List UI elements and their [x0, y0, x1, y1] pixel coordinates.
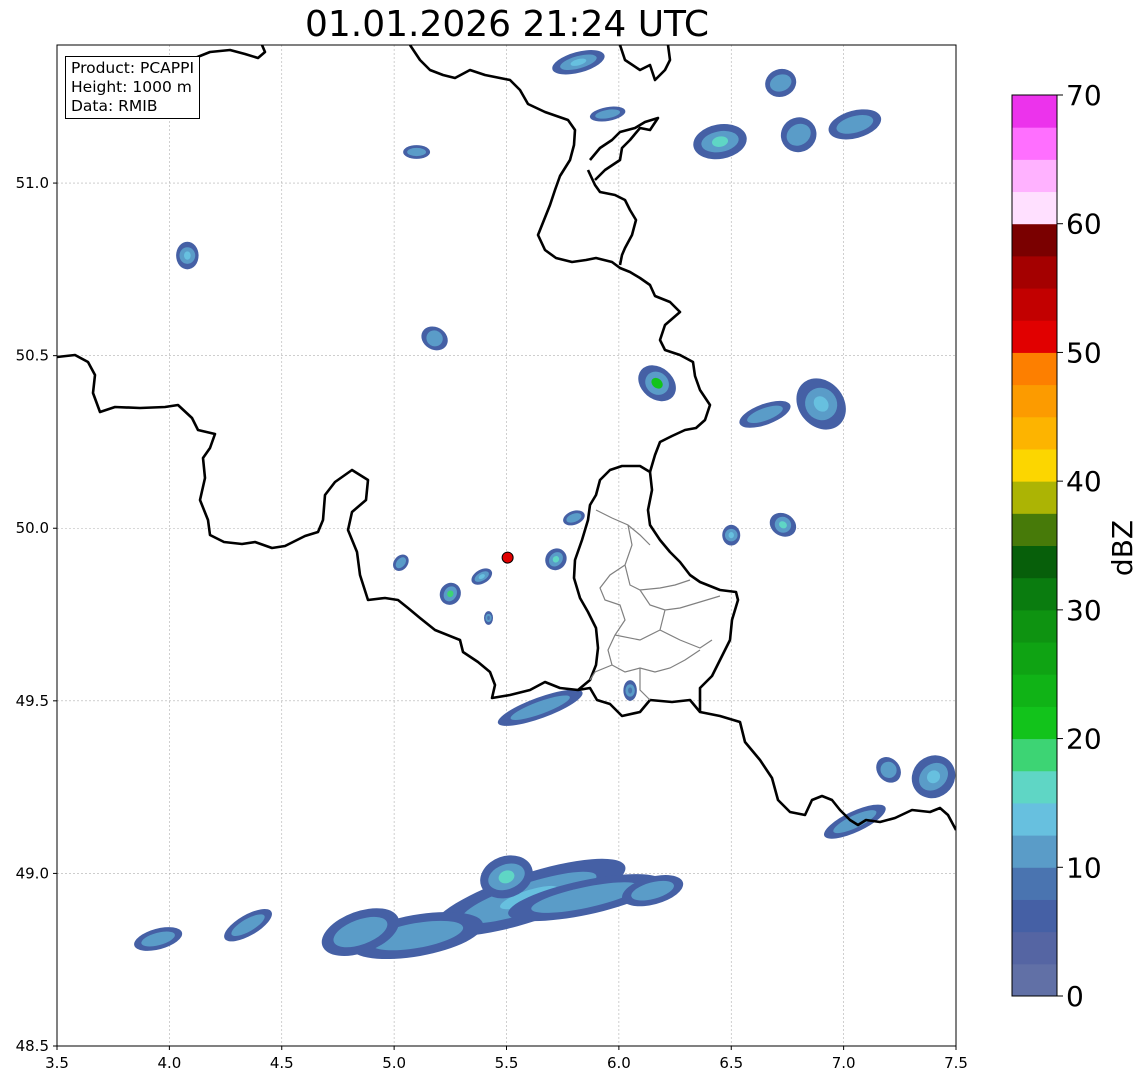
radar-site-layer: [501, 551, 514, 564]
echo-cell: [134, 927, 183, 951]
echo-cell: [393, 554, 409, 571]
border-netherlands-germany: [586, 116, 660, 266]
echo-cell: [739, 400, 791, 428]
echo-cell: [563, 510, 585, 526]
echo-cell: [545, 548, 567, 571]
echo-cell: [638, 365, 676, 402]
echo-cell: [421, 326, 448, 351]
echo-cell: [911, 755, 956, 799]
echo-mid: [546, 34, 571, 42]
y-tick-label: 50.5: [16, 347, 49, 365]
x-tick-label: 6.0: [607, 1054, 631, 1072]
y-tick-label: 49.5: [16, 692, 49, 710]
info-data-source: Data: RMIB: [71, 97, 158, 115]
echo-cell: [439, 582, 461, 605]
border-belgium-germany-east: [408, 45, 712, 473]
echo-cell: [471, 568, 493, 585]
x-tick-label: 7.5: [944, 1054, 968, 1072]
x-tick-label: 5.5: [495, 1054, 519, 1072]
echo-cell: [484, 611, 494, 625]
y-tick-label: 48.5: [16, 1037, 49, 1055]
x-tick-label: 4.5: [270, 1054, 294, 1072]
luxembourg-cantons: [589, 509, 721, 701]
echo-cell: [769, 512, 797, 537]
echo-cell: [828, 109, 882, 140]
echo-cell: [623, 680, 637, 701]
echo-cell: [796, 378, 846, 430]
echo-cell: [765, 68, 797, 98]
echo-core: [412, 149, 421, 155]
echo-core: [487, 615, 490, 621]
echo-core: [628, 687, 633, 694]
info-height: Height: 1000 m: [71, 78, 192, 96]
echo-cell: [780, 117, 817, 153]
radar-site-marker: [501, 551, 514, 564]
echo-cell: [224, 908, 272, 942]
echo-cell: [403, 145, 431, 159]
y-tick-label: 49.0: [16, 864, 49, 882]
border-netherlands-north: [618, 45, 672, 82]
y-tick-label: 50.0: [16, 519, 49, 537]
y-tick-label: 51.0: [16, 174, 49, 192]
x-tick-label: 3.5: [45, 1054, 69, 1072]
echo-cell: [176, 241, 199, 270]
echo-cell: [552, 50, 605, 75]
x-tick-label: 4.0: [157, 1054, 181, 1072]
echo-cell: [540, 31, 576, 45]
echo-cell: [876, 757, 901, 783]
radar-map: 3.5 4.0 4.5 5.0 5.5 6.0 6.5 7.0 7.5 51.0 50.5 50.0 4…: [16, 31, 968, 1072]
x-tick-label: 7.0: [832, 1054, 856, 1072]
info-product: Product: PCAPPI: [71, 59, 195, 77]
echo-cell: [722, 524, 741, 546]
x-tick-label: 6.5: [719, 1054, 743, 1072]
product-info-box: Product: PCAPPI Height: 1000 m Data: RMI…: [65, 56, 201, 119]
echo-core: [553, 36, 564, 40]
echo-cell: [589, 106, 626, 122]
echo-cell: [693, 124, 747, 160]
echo-core: [728, 532, 734, 539]
echo-outer: [540, 31, 576, 45]
radar-echoes: [134, 31, 956, 960]
echo-core: [183, 251, 191, 260]
x-tick-label: 5.0: [382, 1054, 406, 1072]
